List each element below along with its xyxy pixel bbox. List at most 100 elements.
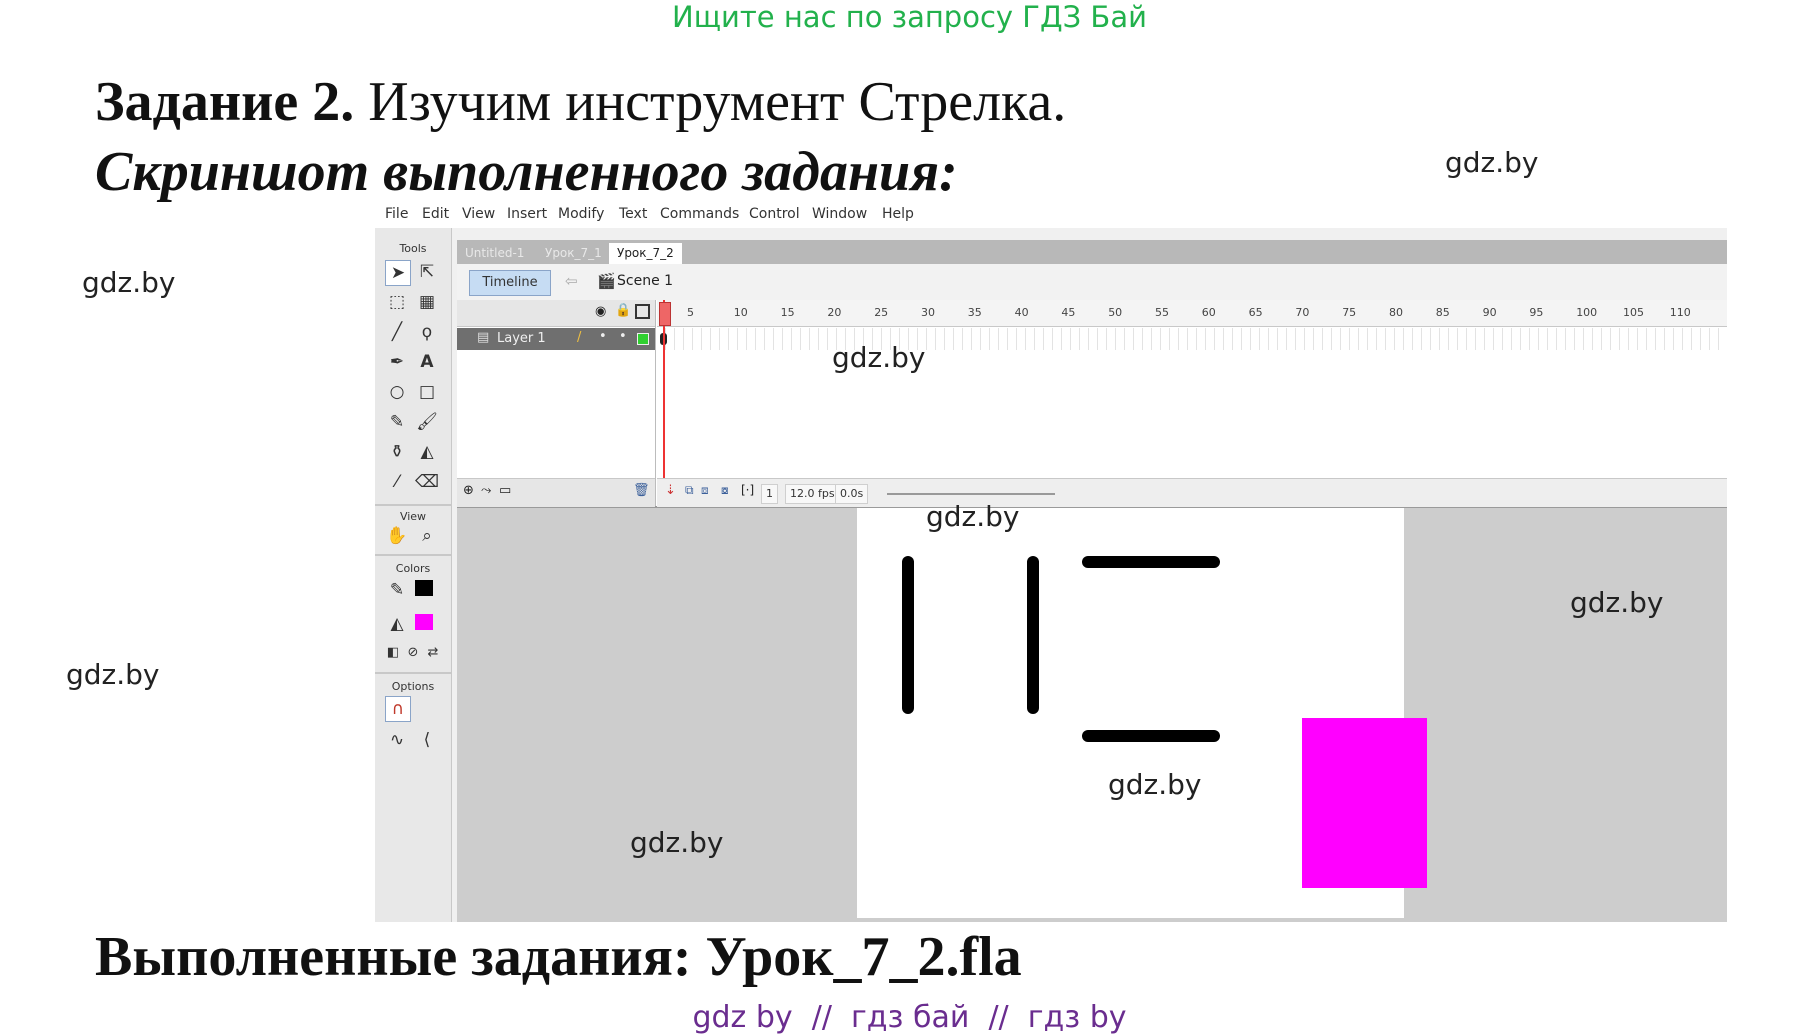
- scene-icon: 🎬: [597, 272, 616, 290]
- selection-arrow-icon[interactable]: ➤: [385, 260, 411, 286]
- options-label: Options: [391, 680, 435, 693]
- new-layer-icon[interactable]: ⊕: [463, 483, 474, 498]
- layer-header: ◉ 🔒: [457, 300, 655, 327]
- vertical-line-left[interactable]: [902, 556, 914, 714]
- document-tabs: Untitled-1 Урок_7_1 Урок_7_2: [457, 240, 1727, 264]
- watermark: gdz.by: [832, 341, 926, 374]
- new-folder-icon[interactable]: ▭: [499, 483, 511, 498]
- ruler-label: 15: [780, 306, 795, 319]
- brush-icon[interactable]: 🖌: [415, 410, 439, 434]
- watermark: gdz.by: [630, 826, 724, 859]
- rectangle-tool-icon[interactable]: □: [415, 380, 439, 404]
- layer-row[interactable]: ▤ Layer 1 / • •: [457, 328, 655, 350]
- ruler-label: 60: [1201, 306, 1216, 319]
- eraser-icon[interactable]: ⌫: [415, 470, 439, 494]
- flash-window: File Edit View Insert Modify Text Comman…: [375, 200, 1727, 922]
- snap-magnet-icon[interactable]: ∩: [385, 696, 411, 722]
- eye-icon[interactable]: ◉: [595, 304, 606, 319]
- motion-guide-icon[interactable]: ⤳: [481, 483, 491, 498]
- onion-skin-icon[interactable]: ⧉: [685, 483, 694, 498]
- smooth-icon[interactable]: ∿: [385, 728, 409, 752]
- outline-icon[interactable]: [635, 304, 650, 319]
- bottom-watermark: gdz by // гдз бай // гдз by: [692, 1000, 1127, 1035]
- frame-ruler: 5 10 15 20 25 30 35 40 45 50 55 60 65 70 75 80 85 90 95 100…: [657, 300, 1727, 327]
- center-frame-icon[interactable]: ⇣: [665, 483, 676, 498]
- watermark: gdz.by: [1445, 146, 1539, 179]
- ruler-label: 105: [1623, 306, 1644, 319]
- menu-modify[interactable]: Modify: [558, 206, 604, 222]
- magenta-rectangle[interactable]: [1302, 718, 1427, 888]
- outline-color-icon[interactable]: [637, 333, 649, 345]
- menu-view[interactable]: View: [462, 206, 495, 222]
- trash-icon[interactable]: 🗑: [633, 483, 650, 498]
- stage-area: [457, 508, 1727, 922]
- horizontal-line-top[interactable]: [1082, 556, 1220, 568]
- subselection-arrow-icon[interactable]: ⇱: [415, 260, 439, 284]
- ruler-label: 45: [1061, 306, 1076, 319]
- playhead-handle[interactable]: [659, 302, 671, 326]
- watermark: gdz.by: [926, 500, 1020, 533]
- frame-rate[interactable]: 12.0 fps: [785, 484, 840, 504]
- ruler-label: 50: [1108, 306, 1123, 319]
- onion-outline-icon[interactable]: ⧈: [701, 483, 709, 498]
- lock-dot-icon[interactable]: •: [619, 329, 627, 344]
- fill-color-swatch[interactable]: [415, 614, 433, 630]
- tab-untitled-1[interactable]: Untitled-1: [457, 243, 532, 264]
- back-arrow-icon[interactable]: ⇦: [565, 272, 578, 290]
- paint-bucket-icon[interactable]: ◭: [415, 440, 439, 464]
- pencil-icon[interactable]: ✎: [385, 410, 409, 434]
- playhead[interactable]: [663, 300, 665, 482]
- horizontal-line-bottom[interactable]: [1082, 730, 1220, 742]
- stage[interactable]: [857, 508, 1427, 918]
- ruler-label: 95: [1529, 306, 1544, 319]
- oval-tool-icon[interactable]: ○: [385, 380, 409, 404]
- tools-panel: Tools ➤ ⇱ ⬚ ▦ ╱ ϙ ✒ A ○ □ ✎ 🖌 ⚱ ◭ ⁄ ⌫ Vi…: [375, 228, 452, 922]
- divider: [375, 672, 451, 674]
- ruler-label: 40: [1014, 306, 1029, 319]
- hand-icon[interactable]: ✋: [385, 524, 409, 548]
- menu-help[interactable]: Help: [882, 206, 914, 222]
- frame-row[interactable]: [657, 328, 1727, 350]
- edit-multiple-icon[interactable]: ⧇: [721, 483, 729, 498]
- task-label: Задание 2.: [95, 71, 355, 133]
- stroke-color-swatch[interactable]: [415, 580, 433, 596]
- tab-urok-7-1[interactable]: Урок_7_1: [537, 243, 610, 264]
- line-tool-icon[interactable]: ╱: [385, 320, 409, 344]
- straighten-icon[interactable]: ⟨: [415, 728, 439, 752]
- zoom-icon[interactable]: ⌕: [415, 524, 439, 548]
- text-tool-icon[interactable]: A: [415, 350, 439, 374]
- swap-colors-icon[interactable]: ⇄: [421, 640, 445, 664]
- divider: [375, 554, 451, 556]
- menu-file[interactable]: File: [385, 206, 408, 222]
- vertical-line-right[interactable]: [1027, 556, 1039, 714]
- menu-window[interactable]: Window: [812, 206, 867, 222]
- timeline-button[interactable]: Timeline: [469, 270, 551, 296]
- modify-markers-icon[interactable]: [·]: [741, 483, 754, 497]
- menu-edit[interactable]: Edit: [422, 206, 449, 222]
- menu-text[interactable]: Text: [619, 206, 647, 222]
- timeline-panel: ◉ 🔒 ▤ Layer 1 / • • ⊕ ⤳ ▭ 🗑 5 10 15 20 25 30 3…: [457, 300, 1727, 508]
- ruler-label: 90: [1482, 306, 1497, 319]
- ruler-label: 35: [967, 306, 982, 319]
- layer-name: Layer 1: [497, 331, 546, 346]
- menu-commands[interactable]: Commands: [660, 206, 739, 222]
- tab-urok-7-2[interactable]: Урок_7_2: [609, 243, 682, 264]
- task-text: Изучим инструмент Стрелка.: [368, 71, 1067, 133]
- ink-bottle-icon[interactable]: ⚱: [385, 440, 409, 464]
- menu-control[interactable]: Control: [749, 206, 800, 222]
- timeline-scrollbar[interactable]: [887, 493, 1055, 495]
- visible-dot-icon[interactable]: •: [599, 329, 607, 344]
- free-transform-icon[interactable]: ⬚: [385, 290, 409, 314]
- menu-insert[interactable]: Insert: [507, 206, 547, 222]
- lasso-icon[interactable]: ϙ: [415, 320, 439, 344]
- ruler-label: 5: [687, 306, 694, 319]
- eyedropper-icon[interactable]: ⁄: [385, 470, 409, 494]
- fill-color-bucket-icon: ◭: [390, 614, 404, 634]
- pen-tool-icon[interactable]: ✒: [385, 350, 409, 374]
- task-subtitle: Скриншот выполненного задания:: [95, 141, 958, 203]
- watermark: gdz.by: [82, 266, 176, 299]
- lock-icon[interactable]: 🔒: [615, 303, 631, 318]
- gradient-transform-icon[interactable]: ▦: [415, 290, 439, 314]
- frames-area: 5 10 15 20 25 30 35 40 45 50 55 60 65 70 75 80 85 90 95 100…: [657, 300, 1727, 507]
- scene-bar: Timeline ⇦ 🎬 Scene 1: [457, 264, 1727, 301]
